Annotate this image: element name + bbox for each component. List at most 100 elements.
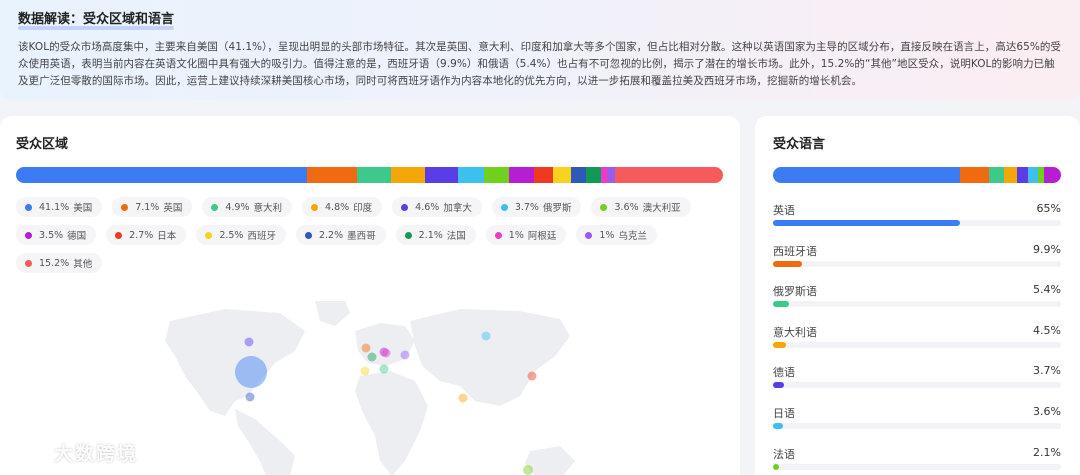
language-stacked-bar <box>773 167 1061 183</box>
region-stacked-bar <box>16 167 723 183</box>
bar-segment <box>586 167 602 183</box>
language-track <box>773 301 1061 308</box>
bar-segment <box>1017 167 1028 183</box>
language-fill <box>773 260 802 267</box>
language-row: 日语 3.6% <box>773 405 1061 446</box>
bar-segment <box>773 167 961 183</box>
legend-dot <box>311 203 319 211</box>
legend-item[interactable]: 41.1% 美国 <box>16 197 103 217</box>
bar-segment <box>601 167 609 183</box>
language-fill <box>773 301 789 308</box>
australia-shape <box>525 446 575 475</box>
legend-value: 15.2% <box>39 257 70 269</box>
language-label: 西班牙语 <box>773 244 817 258</box>
legend-item[interactable]: 1% 乌克兰 <box>576 225 657 245</box>
language-label: 德语 <box>773 366 795 380</box>
legend-item[interactable]: 2.7% 日本 <box>106 225 187 245</box>
legend-item[interactable]: 4.9% 意大利 <box>202 197 293 217</box>
legend-label: 法国 <box>446 231 466 242</box>
language-row: 俄罗斯语 5.4% <box>773 283 1061 324</box>
legend-label: 阿根廷 <box>527 231 557 242</box>
legend-label: 美国 <box>73 203 93 214</box>
language-label: 法语 <box>773 447 795 461</box>
legend-item[interactable]: 3.5% 德国 <box>16 225 97 245</box>
legend-dot <box>404 231 412 239</box>
legend-item[interactable]: 2.2% 墨西哥 <box>295 225 386 245</box>
bar-segment <box>534 167 554 183</box>
bar-segment <box>1004 167 1018 183</box>
africa-shape <box>355 371 428 475</box>
legend-value: 4.6% <box>415 201 440 213</box>
language-fill <box>773 220 961 226</box>
bar-segment <box>608 167 616 183</box>
language-row: 英语 65% <box>773 202 1061 243</box>
legend-label: 英国 <box>163 203 183 214</box>
legend-item[interactable]: 3.6% 澳大利亚 <box>591 197 691 217</box>
language-label: 日语 <box>773 406 795 420</box>
legend-item[interactable]: 7.1% 英国 <box>112 197 193 217</box>
legend-label: 印度 <box>353 203 373 214</box>
bar-segment <box>356 167 392 183</box>
language-row: 德语 3.7% <box>773 364 1061 405</box>
legend-value: 1% <box>508 229 524 241</box>
legend-item[interactable]: 2.1% 法国 <box>395 225 476 245</box>
bar-segment <box>960 167 989 183</box>
legend-item[interactable]: 3.7% 俄罗斯 <box>491 197 582 217</box>
language-value: 5.4% <box>1033 283 1061 297</box>
region-card: 受众区域 41.1% 美国 7.1% 英国 4.9% 意大利 4.8% 印度 4.6% 加拿大 3.… <box>0 116 740 475</box>
legend-value: 2.1% <box>418 229 443 241</box>
greenland-shape <box>315 301 350 326</box>
legend-dot <box>304 231 312 239</box>
legend-label: 日本 <box>157 231 177 242</box>
legend-dot <box>115 231 123 239</box>
legend-item[interactable]: 1% 阿根廷 <box>485 225 567 245</box>
language-value: 65% <box>1036 202 1061 215</box>
insight-title: 数据解读：受众区域和语言 <box>18 12 175 30</box>
language-fill <box>773 382 784 389</box>
europe-shape <box>355 323 415 366</box>
legend-item[interactable]: 2.5% 西班牙 <box>196 225 286 245</box>
legend-dot <box>585 231 593 239</box>
language-fill <box>773 422 784 429</box>
bar-segment <box>16 167 307 183</box>
language-row: 法语 2.1% <box>773 446 1061 475</box>
bar-segment <box>553 167 571 183</box>
world-map <box>130 301 650 475</box>
watermark-text: 大数跨境 <box>54 442 139 465</box>
language-list: 英语 65% 西班牙语 9.9% 俄罗斯语 5.4% 意大利语 4.5% 德语 3.7% 日语 3.6… <box>773 202 1061 475</box>
legend-label: 德国 <box>67 231 87 242</box>
region-legend: 41.1% 美国 7.1% 英国 4.9% 意大利 4.8% 印度 4.6% 加拿大 3.7% 俄罗斯… <box>16 197 716 273</box>
language-track <box>773 341 1061 348</box>
bar-segment <box>391 167 426 183</box>
language-label: 意大利语 <box>773 325 817 339</box>
legend-item[interactable]: 15.2% 其他 <box>16 253 103 273</box>
language-track <box>773 260 1061 267</box>
legend-dot <box>25 259 32 267</box>
legend-value: 2.5% <box>219 229 244 241</box>
language-track <box>773 422 1061 429</box>
legend-dot <box>121 203 129 211</box>
bar-segment <box>483 167 510 183</box>
bar-segment <box>988 167 1005 183</box>
north-america-shape <box>165 309 305 416</box>
language-track <box>773 463 1061 470</box>
legend-value: 2.2% <box>318 229 344 241</box>
language-fill <box>773 463 780 470</box>
legend-dot <box>500 203 508 211</box>
asia-shape <box>410 309 570 406</box>
legend-item[interactable]: 4.6% 加拿大 <box>392 197 482 217</box>
legend-item[interactable]: 4.8% 印度 <box>302 197 383 217</box>
legend-value: 1% <box>599 229 615 241</box>
legend-label: 乌克兰 <box>618 231 647 242</box>
legend-value: 4.9% <box>225 201 250 213</box>
legend-dot <box>205 231 213 239</box>
legend-dot <box>25 203 32 211</box>
legend-value: 3.7% <box>514 201 539 213</box>
legend-value: 4.8% <box>325 201 350 213</box>
legend-label: 意大利 <box>253 203 283 214</box>
south-america-shape <box>235 409 295 475</box>
legend-value: 2.7% <box>129 229 154 241</box>
insight-text: 该KOL的受众市场高度集中，主要来自美国（41.1%），呈现出明显的头部市场特征… <box>18 41 1062 87</box>
legend-value: 41.1% <box>39 201 70 213</box>
bar-segment <box>1027 167 1039 183</box>
